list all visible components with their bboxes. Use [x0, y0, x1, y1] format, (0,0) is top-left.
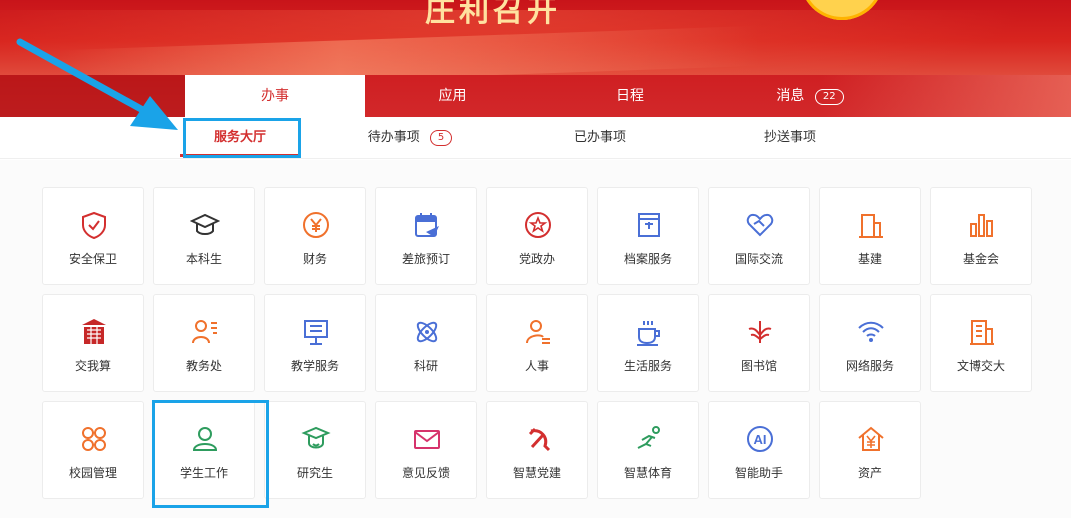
pointer-arrow-icon	[16, 38, 178, 130]
